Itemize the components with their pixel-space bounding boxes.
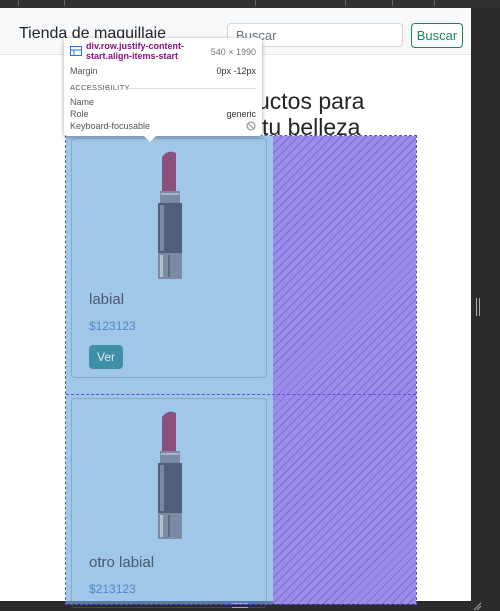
ruler-tick bbox=[255, 0, 256, 6]
margin-label: Margin bbox=[70, 66, 98, 76]
role-value: generic bbox=[226, 109, 256, 119]
ruler-tick bbox=[434, 0, 435, 6]
product-card: labial $123123 Ver bbox=[71, 138, 267, 378]
ruler-tick bbox=[64, 0, 65, 6]
name-label: Name bbox=[70, 97, 95, 107]
product-price: $213123 bbox=[89, 582, 136, 596]
ruler-tick bbox=[18, 0, 19, 6]
lipstick-image bbox=[158, 411, 182, 539]
view-product-button[interactable]: Ver bbox=[89, 345, 123, 369]
product-card: otro labial $213123 bbox=[71, 398, 267, 608]
highlight-row-divider bbox=[66, 394, 416, 395]
focusable-label: Keyboard-focusable bbox=[70, 121, 151, 131]
tooltip-arrow bbox=[144, 136, 156, 142]
section-divider bbox=[128, 88, 256, 89]
margin-row: Margin 0px -12px bbox=[70, 66, 256, 78]
devtools-inspect-tooltip: div.row.justify-content-start.align-item… bbox=[64, 38, 262, 142]
side-resize-handle[interactable] bbox=[476, 298, 480, 316]
bottom-resize-handle[interactable] bbox=[232, 603, 248, 608]
margin-value: 0px -12px bbox=[216, 66, 256, 76]
accessibility-section-title: ACCESSIBILITY bbox=[70, 83, 130, 92]
not-allowed-icon bbox=[246, 121, 256, 131]
ruler-tick bbox=[392, 0, 393, 6]
element-selector: div.row.justify-content-start.align-item… bbox=[86, 41, 184, 61]
layout-icon bbox=[70, 46, 82, 56]
search-button[interactable]: Buscar bbox=[411, 23, 463, 48]
role-row: Role generic bbox=[70, 109, 256, 121]
page-heading: uctos para tu belleza bbox=[257, 88, 417, 140]
lipstick-image bbox=[158, 151, 182, 279]
element-dimensions: 540 × 1990 bbox=[210, 47, 256, 57]
product-name: otro labial bbox=[89, 554, 155, 571]
product-price: $123123 bbox=[89, 319, 136, 333]
ruler-tick bbox=[345, 0, 346, 6]
corner-resize-icon[interactable] bbox=[472, 601, 482, 611]
name-row: Name bbox=[70, 97, 256, 109]
heading-line-1: uctos para bbox=[257, 88, 365, 114]
role-label: Role bbox=[70, 109, 89, 119]
focusable-row: Keyboard-focusable bbox=[70, 121, 256, 133]
devtools-ruler bbox=[0, 0, 500, 8]
product-name: labial bbox=[89, 291, 125, 308]
